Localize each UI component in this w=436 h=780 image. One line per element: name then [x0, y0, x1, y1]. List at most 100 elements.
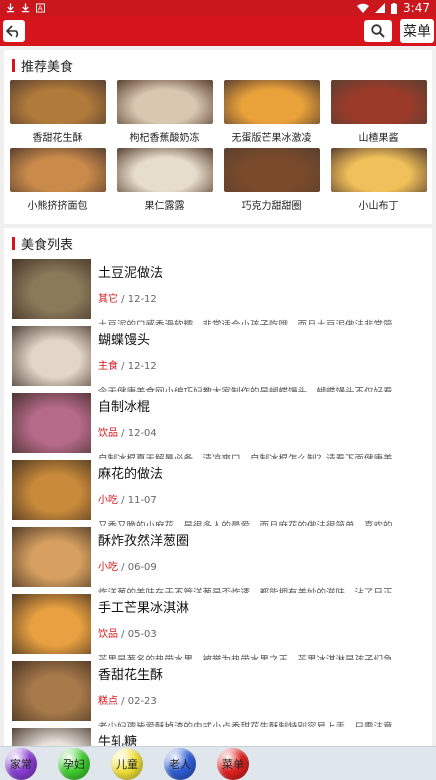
recommend-item[interactable]: 巧克力甜甜圈 — [218, 148, 325, 216]
food-list-item[interactable]: 自制冰棍饮品 / 12-04 自制冰棍夏天解暑必备，清凉爽口。自制冰棍怎么制？请看… — [4, 392, 432, 459]
food-list-title: 美食列表 — [4, 228, 432, 258]
signal-icon — [375, 3, 386, 13]
food-description: 芒果是著名的热带水果，被誉为热带水果之王，芒果冰淇淋是孩子们急 — [98, 652, 428, 660]
recommend-thumbnail — [116, 80, 213, 124]
food-info: 牛轧糖 — [98, 727, 428, 748]
food-title: 麻花的做法 — [98, 467, 164, 482]
recommend-item[interactable]: 枸杞香蕉酸奶冻 — [111, 80, 218, 148]
food-thumbnail — [12, 527, 91, 587]
search-icon — [371, 24, 385, 38]
food-description: 今天健康美食网小编巧妇教大家制作的是蝴蝶馒头，蝴蝶馒头不仅好看 — [98, 384, 428, 392]
food-category[interactable]: 饮品 — [98, 428, 118, 439]
bottom-nav: 家常 孕妇 儿童 老人 菜单 — [0, 746, 436, 780]
status-bar: A 3:47 — [0, 0, 436, 16]
recommend-thumbnail — [9, 148, 106, 192]
recommend-item[interactable]: 无蛋版芒果冰激凌 — [218, 80, 325, 148]
bottom-nav-button[interactable]: 孕妇 — [58, 747, 90, 780]
food-list-item[interactable]: 牛轧糖 — [4, 727, 432, 748]
food-list-section: 美食列表 土豆泥做法其它 / 12-12 土豆泥的口感香滑软糯，非常适合小孩子吃哦… — [4, 228, 432, 748]
food-meta: 小吃 / 06-09 — [98, 558, 428, 573]
recommend-title: 推荐美食 — [4, 50, 432, 80]
food-date: / 02-23 — [118, 696, 157, 707]
food-meta: 小吃 / 11-07 — [98, 491, 428, 506]
recommend-label: 果仁露露 — [144, 201, 185, 212]
food-category[interactable]: 其它 — [98, 294, 118, 305]
food-date: / 05-03 — [118, 629, 157, 640]
recommend-thumbnail — [223, 80, 320, 124]
recommend-label: 枸杞香蕉酸奶冻 — [129, 133, 200, 144]
search-button[interactable] — [364, 20, 392, 42]
food-meta: 糕点 / 02-23 — [98, 692, 428, 707]
recommend-item[interactable]: 果仁露露 — [111, 148, 218, 216]
back-button[interactable] — [3, 20, 25, 42]
food-title: 香甜花生酥 — [98, 668, 164, 683]
recommend-thumbnail — [9, 80, 106, 124]
food-category[interactable]: 糕点 — [98, 696, 118, 707]
bottom-nav-button[interactable]: 家常 — [5, 747, 37, 780]
recommend-label: 小山布丁 — [358, 201, 399, 212]
food-thumbnail — [12, 393, 91, 453]
font-app-icon: A — [36, 3, 45, 13]
food-date: / 12-12 — [118, 294, 157, 305]
recommend-item[interactable]: 小山布丁 — [325, 148, 432, 216]
food-description: 老少妇孺皆爱酥掉渣的中式小点香甜花生酥制特别容易上手，只需注意 — [98, 719, 428, 727]
food-title: 自制冰棍 — [98, 400, 151, 415]
food-date: / 11-07 — [118, 495, 157, 506]
food-list: 土豆泥做法其它 / 12-12 土豆泥的口感香滑软糯，非常适合小孩子吃哦。而且土豆… — [4, 258, 432, 748]
svg-text:A: A — [38, 4, 43, 13]
battery-icon — [391, 2, 398, 14]
food-list-item[interactable]: 蝴蝶馒头主食 / 12-12 今天健康美食网小编巧妇教大家制作的是蝴蝶馒头，蝴蝶馒… — [4, 325, 432, 392]
back-arrow-icon — [6, 25, 19, 38]
food-title: 蝴蝶馒头 — [98, 333, 151, 348]
recommend-label: 山楂果酱 — [358, 133, 399, 144]
recommend-thumbnail — [330, 80, 427, 124]
recommend-thumbnail — [116, 148, 213, 192]
food-category[interactable]: 小吃 — [98, 495, 118, 506]
food-date: / 12-04 — [118, 428, 157, 439]
food-list-item[interactable]: 土豆泥做法其它 / 12-12 土豆泥的口感香滑软糯，非常适合小孩子吃哦。而且土豆… — [4, 258, 432, 325]
food-info: 酥炸孜然洋葱圈小吃 / 06-09 炸洋葱的美味在于不管洋葱是否炸透，都能拥有美妙… — [98, 526, 428, 593]
food-category[interactable]: 饮品 — [98, 629, 118, 640]
status-time: 3:47 — [403, 1, 430, 15]
recommend-label: 巧克力甜甜圈 — [241, 201, 302, 212]
food-meta: 饮品 / 12-04 — [98, 424, 428, 439]
food-meta: 其它 / 12-12 — [98, 290, 428, 305]
food-description: 自制冰棍夏天解暑必备，清凉爽口。自制冰棍怎么制？请看下面健康美 — [98, 451, 428, 459]
food-title: 土豆泥做法 — [98, 266, 164, 281]
recommend-item[interactable]: 香甜花生酥 — [4, 80, 111, 148]
food-list-item[interactable]: 酥炸孜然洋葱圈小吃 / 06-09 炸洋葱的美味在于不管洋葱是否炸透，都能拥有美妙… — [4, 526, 432, 593]
food-title: 手工芒果冰淇淋 — [98, 601, 190, 616]
download-icon — [21, 3, 30, 13]
menu-button[interactable]: 菜单 — [400, 19, 434, 43]
food-description: 炸洋葱的美味在于不管洋葱是否炸透，都能拥有美妙的滋味，沾了日正 — [98, 585, 428, 593]
bottom-nav-button[interactable]: 儿童 — [111, 747, 143, 780]
food-category[interactable]: 主食 — [98, 361, 118, 372]
food-list-item[interactable]: 手工芒果冰淇淋饮品 / 05-03 芒果是著名的热带水果，被誉为热带水果之王，芒果… — [4, 593, 432, 660]
food-thumbnail — [12, 326, 91, 386]
recommend-section: 推荐美食 香甜花生酥 枸杞香蕉酸奶冻 无蛋版芒果冰激凌 山楂果酱小熊挤挤面包 果仁露露 巧… — [4, 50, 432, 224]
food-meta: 饮品 / 05-03 — [98, 625, 428, 640]
recommend-label: 香甜花生酥 — [32, 133, 83, 144]
recommend-label: 无蛋版芒果冰激凌 — [231, 133, 312, 144]
food-description: 土豆泥的口感香滑软糯，非常适合小孩子吃哦。而且土豆泥做法非常简 — [98, 317, 428, 325]
recommend-item[interactable]: 小熊挤挤面包 — [4, 148, 111, 216]
food-info: 蝴蝶馒头主食 / 12-12 今天健康美食网小编巧妇教大家制作的是蝴蝶馒头，蝴蝶馒… — [98, 325, 428, 392]
food-date: / 12-12 — [118, 361, 157, 372]
food-info: 土豆泥做法其它 / 12-12 土豆泥的口感香滑软糯，非常适合小孩子吃哦。而且土豆… — [98, 258, 428, 325]
top-bar: 菜单 — [0, 16, 436, 46]
food-date: / 06-09 — [118, 562, 157, 573]
wifi-icon — [357, 3, 370, 13]
food-list-item[interactable]: 麻花的做法小吃 / 11-07 又香又脆的小麻花，是很多人的最爱，而且麻花的做法很… — [4, 459, 432, 526]
bottom-nav-button[interactable]: 老人 — [164, 747, 196, 780]
recommend-label: 小熊挤挤面包 — [27, 201, 88, 212]
food-list-item[interactable]: 香甜花生酥糕点 / 02-23 老少妇孺皆爱酥掉渣的中式小点香甜花生酥制特别容易上… — [4, 660, 432, 727]
food-thumbnail — [12, 661, 91, 721]
bottom-nav-button[interactable]: 菜单 — [217, 747, 249, 780]
food-thumbnail — [12, 594, 91, 654]
food-info: 香甜花生酥糕点 / 02-23 老少妇孺皆爱酥掉渣的中式小点香甜花生酥制特别容易上… — [98, 660, 428, 727]
recommend-thumbnail — [330, 148, 427, 192]
food-meta: 主食 / 12-12 — [98, 357, 428, 372]
food-info: 手工芒果冰淇淋饮品 / 05-03 芒果是著名的热带水果，被誉为热带水果之王，芒果… — [98, 593, 428, 660]
food-category[interactable]: 小吃 — [98, 562, 118, 573]
recommend-item[interactable]: 山楂果酱 — [325, 80, 432, 148]
